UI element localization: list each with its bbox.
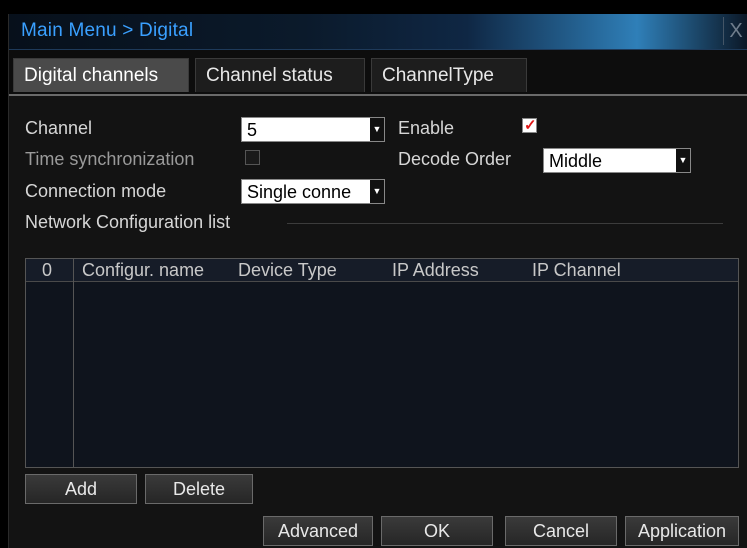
decode-order-label: Decode Order [398, 149, 512, 169]
channel-label: Channel [25, 118, 93, 138]
channel-select-value: 5 [247, 120, 258, 140]
chevron-down-icon: ▼ [676, 149, 690, 172]
chevron-down-icon: ▼ [370, 180, 384, 203]
application-button[interactable]: Application [625, 516, 739, 546]
network-config-list-label: Network Configuration list [25, 212, 231, 232]
tab-channel-status[interactable]: Channel status [195, 58, 365, 92]
decode-order-value: Middle [549, 151, 603, 171]
table-header: 0 Configur. name Device Type IP Address … [26, 259, 738, 282]
ok-button[interactable]: OK [381, 516, 493, 546]
checkmark-icon: ✓ [524, 117, 537, 134]
advanced-button[interactable]: Advanced [263, 516, 373, 546]
decode-order-select[interactable]: Middle ▼ [543, 148, 691, 173]
window-title: Main Menu > Digital [21, 20, 194, 41]
tab-channel-type[interactable]: ChannelType [371, 58, 527, 92]
digital-channels-panel: Channel 5 ▼ Enable ✓ Time synchronizatio… [9, 96, 747, 548]
title-bar: Main Menu > Digital X [9, 14, 747, 50]
column-header-config-name: Configur. name [82, 260, 205, 280]
cancel-button[interactable]: Cancel [505, 516, 617, 546]
tab-digital-channels[interactable]: Digital channels [13, 58, 189, 92]
column-header-index: 0 [42, 260, 53, 280]
connection-mode-select[interactable]: Single conne ▼ [241, 179, 385, 204]
delete-button[interactable]: Delete [145, 474, 253, 504]
enable-label: Enable [398, 118, 455, 138]
group-divider [287, 223, 723, 224]
time-sync-label: Time synchronization [25, 149, 195, 169]
add-button[interactable]: Add [25, 474, 137, 504]
column-header-ip-channel: IP Channel [532, 260, 621, 280]
enable-checkbox[interactable]: ✓ [522, 117, 537, 134]
column-header-device-type: Device Type [238, 260, 337, 280]
digital-settings-window: Main Menu > Digital X Digital channels C… [8, 14, 747, 548]
column-header-ip-address: IP Address [392, 260, 479, 280]
network-config-table[interactable]: 0 Configur. name Device Type IP Address … [25, 258, 739, 468]
tab-bar: Digital channels Channel status ChannelT… [9, 50, 747, 96]
table-column-divider [73, 259, 74, 467]
connection-mode-value: Single conne [247, 182, 352, 202]
time-sync-checkbox[interactable] [245, 150, 260, 165]
channel-select[interactable]: 5 ▼ [241, 117, 385, 142]
chevron-down-icon: ▼ [370, 118, 384, 141]
close-button[interactable]: X [723, 17, 747, 45]
connection-mode-label: Connection mode [25, 181, 167, 201]
